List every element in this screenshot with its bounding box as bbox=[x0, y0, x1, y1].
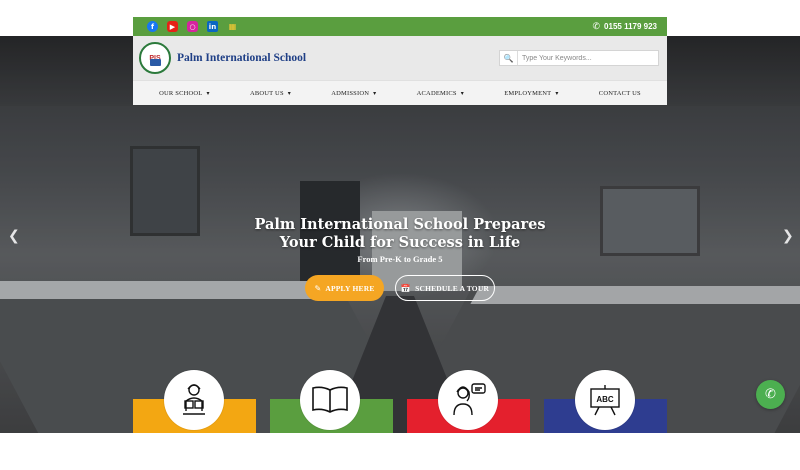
teacher-icon bbox=[438, 370, 498, 430]
open-book-icon bbox=[300, 370, 360, 430]
facebook-icon[interactable]: f bbox=[147, 21, 158, 32]
apply-label: APPLY HERE bbox=[325, 283, 375, 293]
phone-icon: ✆ bbox=[592, 21, 601, 32]
nav-admission[interactable]: ADMISSION ▾ bbox=[331, 90, 376, 97]
brand-bar: PIS Palm International School 🔍 bbox=[133, 36, 667, 80]
nav-label: ACADEMICS bbox=[416, 89, 457, 97]
slider-prev-arrow-icon[interactable]: ❮ bbox=[8, 228, 20, 244]
nav-academics[interactable]: ACADEMICS ▾ bbox=[417, 90, 464, 97]
site-header: f ▶ ○ in ▦ ✆ 0155 1179 923 PIS Palm Inte… bbox=[133, 17, 667, 105]
reading-student-icon bbox=[164, 370, 224, 430]
tour-label: SCHEDULE A TOUR bbox=[415, 283, 490, 293]
nav-label: EMPLOYMENT bbox=[504, 89, 552, 97]
chevron-down-icon: ▾ bbox=[206, 89, 210, 97]
instagram-icon[interactable]: ○ bbox=[187, 21, 198, 32]
call-button[interactable]: ✆ bbox=[756, 380, 785, 409]
nav-contact-us[interactable]: CONTACT US bbox=[599, 90, 641, 97]
chevron-down-icon: ▾ bbox=[460, 89, 464, 97]
search-icon[interactable]: 🔍 bbox=[500, 51, 518, 65]
logo-text: PIS bbox=[149, 54, 161, 62]
hero-title-line: Palm International School Prepares bbox=[254, 216, 546, 233]
apply-here-button[interactable]: ✎ APPLY HERE bbox=[305, 275, 384, 301]
microsoft-icon[interactable]: ▦ bbox=[227, 21, 238, 32]
brand-link[interactable]: PIS Palm International School bbox=[139, 42, 306, 74]
hero-title: Palm International School Prepares Your … bbox=[200, 216, 600, 252]
chevron-down-icon: ▾ bbox=[555, 89, 559, 97]
youtube-icon[interactable]: ▶ bbox=[167, 21, 178, 32]
chevron-down-icon: ▾ bbox=[287, 89, 291, 97]
nav-label: CONTACT US bbox=[598, 89, 641, 97]
top-bar: f ▶ ○ in ▦ ✆ 0155 1179 923 bbox=[133, 17, 667, 36]
nav-label: OUR SCHOOL bbox=[159, 89, 203, 97]
main-nav: OUR SCHOOL ▾ ABOUT US ▾ ADMISSION ▾ ACAD… bbox=[133, 80, 667, 105]
phone-link[interactable]: ✆ 0155 1179 923 bbox=[593, 22, 658, 32]
hero-title-line: Your Child for Success in Life bbox=[279, 234, 521, 251]
nav-our-school[interactable]: OUR SCHOOL ▾ bbox=[159, 90, 210, 97]
school-logo: PIS bbox=[139, 42, 171, 74]
chevron-down-icon: ▾ bbox=[373, 89, 377, 97]
nav-employment[interactable]: EMPLOYMENT ▾ bbox=[504, 90, 558, 97]
abc-board-text: ABC bbox=[596, 395, 614, 404]
abc-board-icon: ABC bbox=[575, 370, 635, 430]
nav-about-us[interactable]: ABOUT US ▾ bbox=[250, 90, 291, 97]
social-links: f ▶ ○ in ▦ bbox=[147, 21, 238, 32]
edit-icon: ✎ bbox=[314, 283, 322, 293]
nav-label: ABOUT US bbox=[249, 89, 284, 97]
hero-caption: Palm International School Prepares Your … bbox=[200, 216, 600, 264]
hero-subtitle: From Pre-K to Grade 5 bbox=[357, 254, 443, 264]
linkedin-icon[interactable]: in bbox=[207, 21, 218, 32]
school-name: Palm International School bbox=[177, 52, 307, 64]
calendar-icon: 📅 bbox=[400, 283, 412, 293]
phone-number: 0155 1179 923 bbox=[604, 22, 657, 31]
phone-icon: ✆ bbox=[765, 387, 776, 402]
search-box: 🔍 bbox=[499, 50, 659, 66]
search-input[interactable] bbox=[518, 51, 658, 65]
slider-next-arrow-icon[interactable]: ❯ bbox=[782, 228, 794, 244]
nav-label: ADMISSION bbox=[331, 89, 370, 97]
schedule-tour-button[interactable]: 📅 SCHEDULE A TOUR bbox=[395, 275, 495, 301]
